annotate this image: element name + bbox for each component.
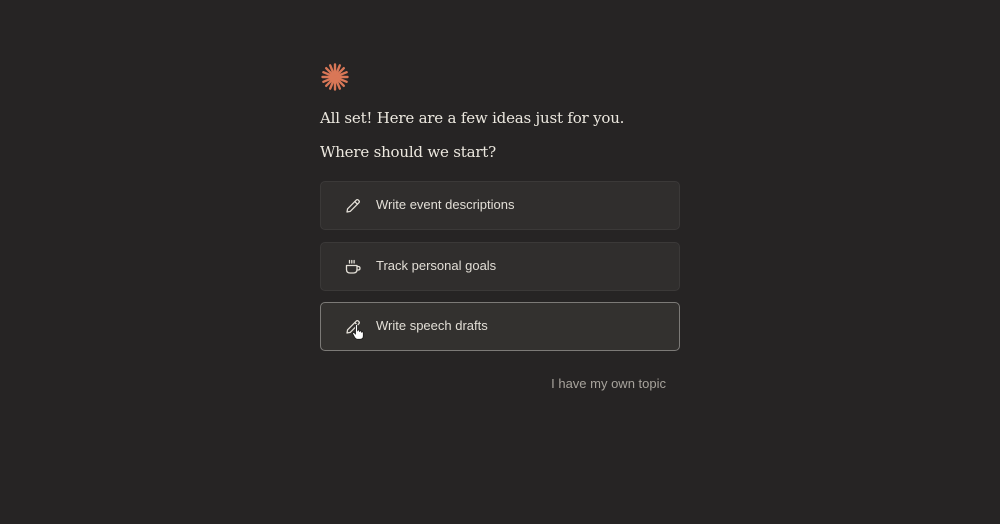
option-write-speech-drafts[interactable]: Write speech drafts [320, 302, 680, 351]
option-label: Write event descriptions [376, 197, 515, 212]
option-label: Write speech drafts [376, 318, 488, 333]
pencil-icon [346, 199, 360, 213]
coffee-cup-icon [345, 259, 361, 274]
option-label: Track personal goals [376, 258, 497, 273]
option-write-event-descriptions[interactable]: Write event descriptions [320, 181, 680, 230]
question-text: Where should we start? [320, 143, 496, 161]
greeting-text: All set! Here are a few ideas just for y… [320, 109, 625, 127]
sparkle-burst-icon [321, 63, 349, 91]
option-track-personal-goals[interactable]: Track personal goals [320, 242, 680, 291]
hand-pointer-cursor-icon [352, 324, 364, 340]
own-topic-link[interactable]: I have my own topic [551, 376, 666, 391]
